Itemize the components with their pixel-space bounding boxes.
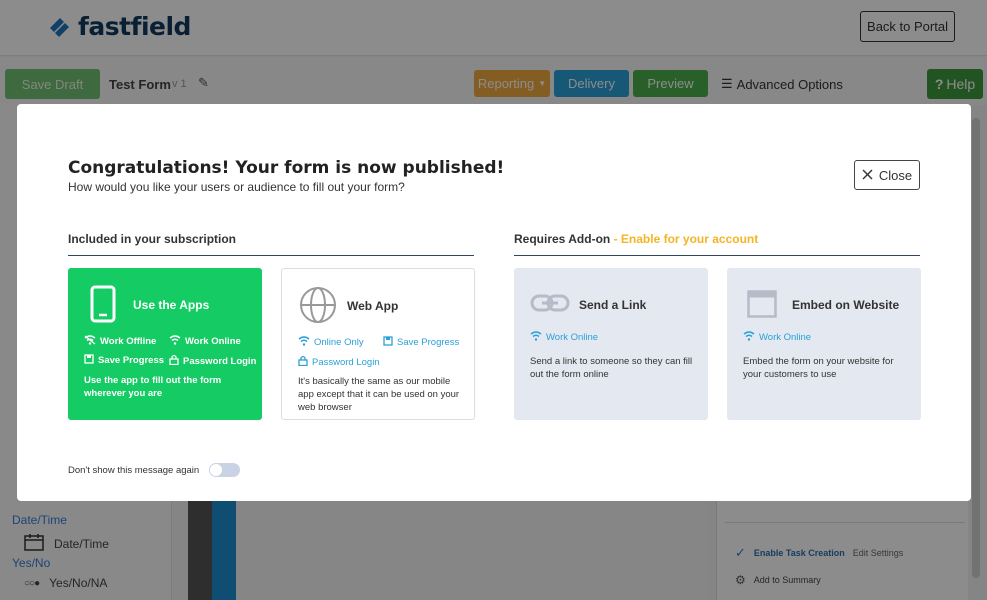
card-title: Use the Apps: [133, 298, 210, 312]
link-icon: [530, 293, 570, 318]
modal-subtitle: How would you like your users or audienc…: [68, 180, 405, 194]
publish-success-modal: Congratulations! Your form is now publis…: [17, 104, 971, 501]
included-heading: Included in your subscription: [68, 232, 237, 246]
feature-work-online: Work Online: [530, 331, 598, 344]
feature-work-online: Work Online: [169, 335, 241, 348]
feature-work-online: Work Online: [743, 331, 811, 344]
wifi-icon: [530, 331, 542, 344]
wifi-icon: [298, 336, 310, 349]
feature-label: Save Progress: [397, 337, 460, 348]
feature-label: Password Login: [312, 356, 380, 368]
web-app-card[interactable]: Web App Online Only Save Progress Passwo…: [281, 268, 475, 420]
feature-label: Password Login: [183, 355, 257, 367]
feature-password-login: Password Login: [298, 355, 380, 369]
feature-label: Work Online: [759, 332, 812, 343]
close-button[interactable]: Close: [854, 160, 920, 190]
send-link-card[interactable]: Send a Link Work Online Send a link to s…: [514, 268, 708, 420]
card-title: Send a Link: [579, 298, 647, 312]
wifi-icon: [169, 335, 181, 348]
globe-icon: [299, 286, 337, 329]
lock-icon: [169, 354, 179, 368]
card-title: Web App: [347, 299, 399, 313]
dont-show-label: Don't show this message again: [68, 465, 200, 476]
addon-heading-label: Requires Add-on: [514, 232, 611, 246]
close-label: Close: [878, 167, 913, 183]
card-description: Use the app to fill out the form whereve…: [84, 375, 222, 399]
feature-label: Online Only: [314, 337, 364, 348]
feature-save-progress: Save Progress: [84, 354, 164, 367]
embed-website-card[interactable]: Embed on Website Work Online Embed the f…: [727, 268, 921, 420]
feature-label: Work Online: [185, 336, 241, 347]
card-description: It's basically the same as our mobile ap…: [298, 376, 460, 413]
feature-label: Work Offline: [100, 336, 157, 347]
use-apps-card[interactable]: Use the Apps Work Offline Work Online Sa…: [68, 268, 262, 420]
save-icon: [383, 336, 393, 349]
feature-label: Save Progress: [98, 355, 165, 366]
card-title: Embed on Website: [792, 298, 900, 312]
dont-show-toggle[interactable]: [209, 463, 240, 477]
included-divider: [68, 255, 474, 256]
close-icon: [862, 168, 873, 183]
save-icon: [84, 354, 94, 367]
card-description: Send a link to someone so they can fill …: [530, 356, 693, 380]
lock-icon: [298, 355, 308, 369]
feature-online-only: Online Only: [298, 336, 364, 349]
feature-work-offline: Work Offline: [84, 335, 156, 348]
enable-addon-link[interactable]: - Enable for your account: [610, 232, 759, 246]
feature-save-progress: Save Progress: [383, 336, 459, 349]
card-description: Embed the form on your website for your …: [743, 356, 894, 380]
addon-divider: [514, 255, 920, 256]
mobile-phone-icon: [90, 285, 116, 328]
wifi-icon: [743, 331, 755, 344]
feature-password-login: Password Login: [169, 354, 256, 368]
toggle-knob: [210, 464, 222, 476]
feature-label: Work Online: [546, 332, 599, 343]
wifi-off-icon: [84, 335, 96, 348]
addon-heading: Requires Add-on - Enable for your accoun…: [514, 232, 758, 246]
browser-window-icon: [747, 290, 777, 323]
modal-title: Congratulations! Your form is now publis…: [68, 158, 505, 178]
